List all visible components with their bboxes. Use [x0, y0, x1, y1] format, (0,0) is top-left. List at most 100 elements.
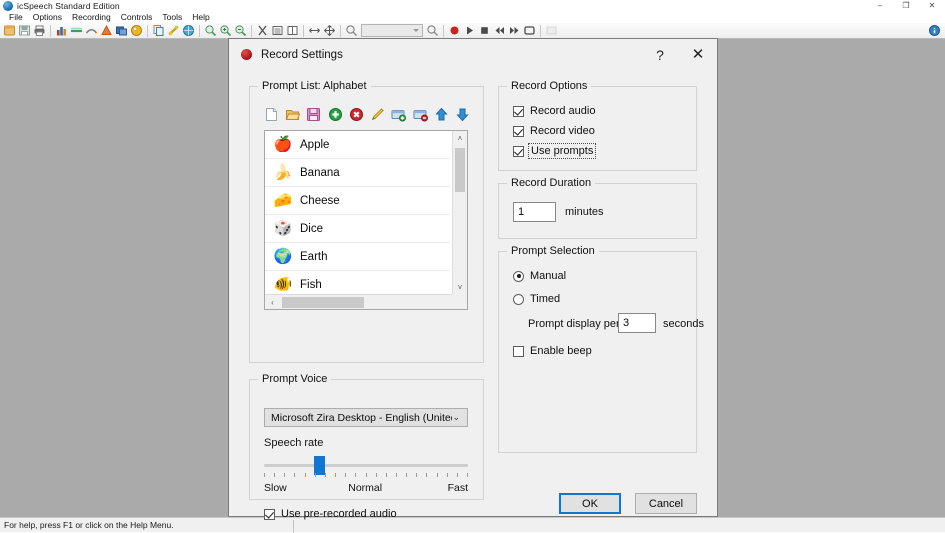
- zoom-combo[interactable]: [361, 24, 423, 37]
- zoom-in-icon[interactable]: [426, 24, 439, 37]
- dialog-body: Prompt List: Alphabet: [229, 70, 717, 516]
- list-item[interactable]: 🎲 Dice: [265, 215, 450, 243]
- record-duration-unit: minutes: [565, 206, 604, 218]
- maximize-button[interactable]: ❐: [893, 0, 919, 11]
- voice-select[interactable]: Microsoft Zira Desktop - English (United…: [264, 408, 468, 427]
- new-list-icon[interactable]: [264, 107, 279, 122]
- scroll-down-icon[interactable]: ˅: [453, 280, 467, 295]
- record-video-checkbox[interactable]: Record video: [513, 125, 595, 137]
- radio-timed[interactable]: Timed: [513, 293, 560, 305]
- waveform-icon[interactable]: [70, 24, 83, 37]
- menu-item-tools[interactable]: Tools: [157, 12, 187, 22]
- use-prerecorded-audio-checkbox[interactable]: Use pre-recorded audio: [264, 508, 397, 520]
- import-prompt-icon[interactable]: [391, 107, 406, 122]
- help-info-icon[interactable]: [928, 24, 941, 37]
- checkbox-box: [513, 346, 524, 357]
- export-prompt-icon[interactable]: [413, 107, 428, 122]
- move-up-icon[interactable]: [434, 107, 449, 122]
- menu-item-options[interactable]: Options: [28, 12, 67, 22]
- edit-prompt-icon[interactable]: [370, 107, 385, 122]
- layers-icon[interactable]: [115, 24, 128, 37]
- forward-icon[interactable]: [508, 24, 521, 37]
- speech-rate-scale: Slow Normal Fast: [264, 482, 468, 494]
- cancel-button[interactable]: Cancel: [635, 493, 697, 514]
- app-title: icSpeech Standard Edition: [17, 1, 120, 11]
- list-item[interactable]: 🍌 Banana: [265, 159, 450, 187]
- scroll-up-icon[interactable]: ˄: [453, 131, 467, 146]
- list-item-label: Fish: [300, 279, 322, 291]
- prompt-display-period-input[interactable]: 3: [618, 313, 656, 333]
- radio-manual[interactable]: Manual: [513, 270, 566, 282]
- add-prompt-icon[interactable]: [328, 107, 343, 122]
- globe-icon[interactable]: [182, 24, 195, 37]
- menu-item-help[interactable]: Help: [187, 12, 214, 22]
- save-icon[interactable]: [18, 24, 31, 37]
- prompt-selection-legend: Prompt Selection: [507, 245, 599, 257]
- speech-rate-slider[interactable]: [264, 460, 468, 470]
- rewind-icon[interactable]: [493, 24, 506, 37]
- zoom-add-icon[interactable]: [219, 24, 232, 37]
- delete-prompt-icon[interactable]: [349, 107, 364, 122]
- zoom-sel-icon[interactable]: [204, 24, 217, 37]
- horizontal-scroll-thumb[interactable]: [282, 297, 364, 308]
- minimize-button[interactable]: –: [867, 0, 893, 11]
- window-title-bar: icSpeech Standard Edition – ❐ ✕: [0, 0, 945, 11]
- menu-item-recording[interactable]: Recording: [67, 12, 116, 22]
- app-globe-icon: [3, 1, 13, 11]
- enable-beep-checkbox[interactable]: Enable beep: [513, 345, 592, 357]
- slider-track: [264, 464, 468, 467]
- record-duration-input[interactable]: 1: [513, 202, 556, 222]
- cheese-icon: 🧀: [272, 191, 294, 211]
- close-button[interactable]: ✕: [919, 0, 945, 11]
- new-icon[interactable]: [3, 24, 16, 37]
- menu-item-file[interactable]: File: [4, 12, 28, 22]
- listbox-vertical-scrollbar[interactable]: ˄ ˅: [452, 131, 467, 295]
- list-icon[interactable]: [271, 24, 284, 37]
- earth-icon: 🌍: [272, 247, 294, 267]
- open-list-icon[interactable]: [285, 107, 300, 122]
- loop-icon[interactable]: [523, 24, 536, 37]
- move-icon[interactable]: [323, 24, 336, 37]
- chart-icon[interactable]: [55, 24, 68, 37]
- prompt-listbox[interactable]: 🍎 Apple 🍌 Banana 🧀 Cheese 🎲: [264, 130, 468, 310]
- horiz-fit-icon[interactable]: [308, 24, 321, 37]
- record-audio-checkbox[interactable]: Record audio: [513, 105, 595, 117]
- prompt-voice-legend: Prompt Voice: [258, 373, 331, 385]
- cut-icon[interactable]: [256, 24, 269, 37]
- list-item-label: Cheese: [300, 195, 340, 207]
- record-icon[interactable]: [448, 24, 461, 37]
- checkbox-box: [513, 106, 524, 117]
- save-list-icon[interactable]: [306, 107, 321, 122]
- move-down-icon[interactable]: [455, 107, 470, 122]
- listbox-horizontal-scrollbar[interactable]: ‹ ›: [265, 294, 467, 309]
- toolbar-separator: [199, 25, 200, 37]
- list-item[interactable]: 🌍 Earth: [265, 243, 450, 271]
- copy-icon[interactable]: [152, 24, 165, 37]
- dialog-close-button[interactable]: ✕: [679, 39, 717, 70]
- ok-button[interactable]: OK: [559, 493, 621, 514]
- spectrum-icon[interactable]: [100, 24, 113, 37]
- list-item[interactable]: 🍎 Apple: [265, 131, 450, 159]
- stop-icon[interactable]: [478, 24, 491, 37]
- curve-icon[interactable]: [85, 24, 98, 37]
- vertical-scroll-thumb[interactable]: [455, 148, 465, 192]
- zoom-out-icon[interactable]: [345, 24, 358, 37]
- split-icon[interactable]: [286, 24, 299, 37]
- play-icon[interactable]: [463, 24, 476, 37]
- voice-select-value: Microsoft Zira Desktop - English (United…: [271, 412, 452, 424]
- export-icon[interactable]: [545, 24, 558, 37]
- use-prompts-checkbox[interactable]: Use prompts: [513, 145, 594, 157]
- record-duration-legend: Record Duration: [507, 177, 595, 189]
- radio-label: Timed: [530, 293, 560, 305]
- link-icon[interactable]: [167, 24, 180, 37]
- menu-item-controls[interactable]: Controls: [116, 12, 158, 22]
- palette-icon[interactable]: [130, 24, 143, 37]
- list-item[interactable]: 🧀 Cheese: [265, 187, 450, 215]
- toolbar-separator: [147, 25, 148, 37]
- print-icon[interactable]: [33, 24, 46, 37]
- dialog-help-button[interactable]: ?: [641, 39, 679, 70]
- dialog-title-bar: Record Settings ? ✕: [229, 39, 717, 70]
- scroll-left-icon[interactable]: ‹: [265, 295, 280, 310]
- toolbar-separator: [443, 25, 444, 37]
- zoom-sub-icon[interactable]: [234, 24, 247, 37]
